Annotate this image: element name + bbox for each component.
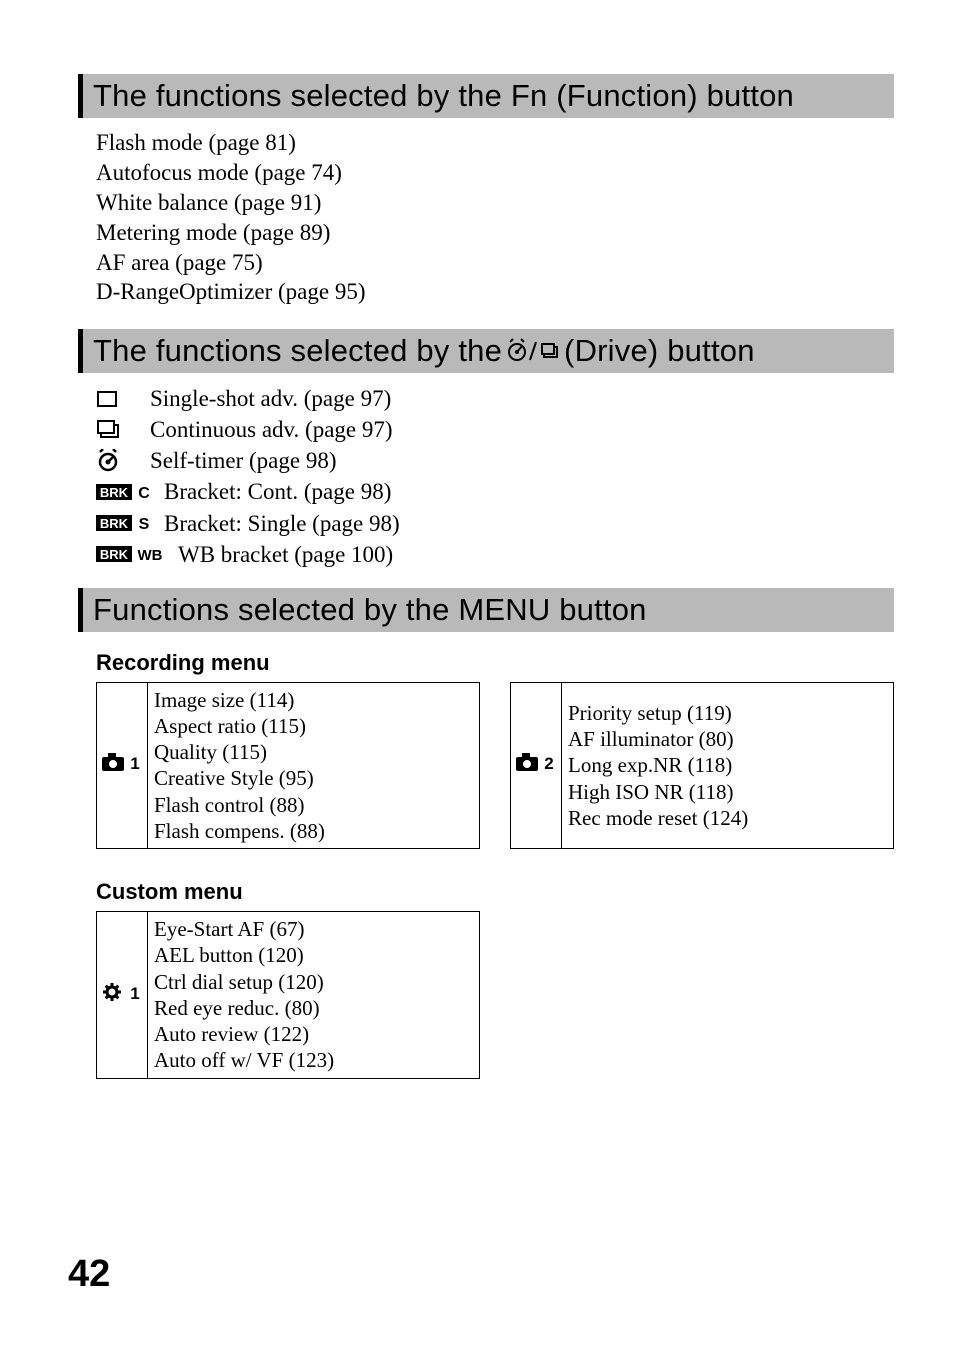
svg-text:1: 1 [130, 754, 139, 772]
svg-text:1: 1 [130, 984, 139, 1003]
menu-line: Red eye reduc. (80) [154, 995, 473, 1021]
recording-2-cell: Priority setup (119) AF illuminator (80)… [562, 682, 894, 849]
svg-text:WB: WB [138, 547, 163, 563]
drive-item-brk-cont: BRK C Bracket: Cont. (page 98) [96, 476, 894, 507]
brk-s-icon: BRK S [96, 514, 156, 532]
brk-c-icon: BRK C [96, 483, 156, 501]
menu-line: Ctrl dial setup (120) [154, 969, 473, 995]
menu-line: Flash control (88) [154, 792, 473, 818]
self-timer-icon [96, 449, 142, 473]
custom-1-cell: Eye-Start AF (67) AEL button (120) Ctrl … [148, 912, 480, 1079]
fn-list-item: Flash mode (page 81) [96, 128, 894, 158]
custom-tables: 1 Eye-Start AF (67) AEL button (120) Ctr… [96, 911, 894, 1079]
drive-list: Single-shot adv. (page 97) Continuous ad… [96, 383, 894, 569]
drive-title-pre: The functions selected by the [93, 333, 502, 369]
section-bar-menu: Functions selected by the MENU button [78, 588, 894, 632]
camera-2-icon: 2 [511, 682, 562, 849]
menu-line: Rec mode reset (124) [568, 805, 887, 831]
recording-menu-heading: Recording menu [96, 650, 894, 676]
menu-line: Auto off w/ VF (123) [154, 1047, 473, 1073]
recording-table-2: 2 Priority setup (119) AF illuminator (8… [510, 682, 894, 850]
svg-text:C: C [138, 485, 150, 501]
menu-line: High ISO NR (118) [568, 779, 887, 805]
gear-1-icon: 1 [97, 912, 148, 1079]
drive-item-selftimer: Self-timer (page 98) [96, 445, 894, 476]
svg-text:BRK: BRK [100, 547, 129, 562]
fn-list-item: Metering mode (page 89) [96, 218, 894, 248]
fn-list-item: Autofocus mode (page 74) [96, 158, 894, 188]
svg-text:2: 2 [544, 754, 553, 772]
section-bar-fn-title: The functions selected by the Fn (Functi… [93, 78, 794, 114]
menu-line: Priority setup (119) [568, 700, 887, 726]
page: The functions selected by the Fn (Functi… [0, 0, 954, 1350]
recording-table-1: 1 Image size (114) Aspect ratio (115) Qu… [96, 682, 480, 850]
section-bar-drive: The functions selected by the (Drive) bu… [78, 329, 894, 373]
drive-item-label: Continuous adv. (page 97) [150, 414, 393, 445]
drive-item-brk-single: BRK S Bracket: Single (page 98) [96, 508, 894, 539]
timer-continuous-icon [506, 338, 560, 364]
section-bar-drive-title: The functions selected by the (Drive) bu… [93, 333, 755, 369]
drive-item-single: Single-shot adv. (page 97) [96, 383, 894, 414]
menu-line: Image size (114) [154, 687, 473, 713]
menu-line: AF illuminator (80) [568, 726, 887, 752]
svg-text:S: S [139, 516, 150, 532]
fn-list-item: White balance (page 91) [96, 188, 894, 218]
page-number: 42 [68, 1253, 110, 1296]
drive-item-label: Single-shot adv. (page 97) [150, 383, 391, 414]
menu-line: Auto review (122) [154, 1021, 473, 1047]
menu-line: Eye-Start AF (67) [154, 916, 473, 942]
menu-line: AEL button (120) [154, 942, 473, 968]
drive-item-continuous: Continuous adv. (page 97) [96, 414, 894, 445]
drive-item-label: WB bracket (page 100) [178, 539, 393, 570]
custom-table-1: 1 Eye-Start AF (67) AEL button (120) Ctr… [96, 911, 480, 1079]
drive-title-post: (Drive) button [564, 333, 755, 369]
drive-item-label: Bracket: Single (page 98) [164, 508, 400, 539]
menu-line: Aspect ratio (115) [154, 713, 473, 739]
custom-menu-heading: Custom menu [96, 879, 894, 905]
camera-1-icon: 1 [97, 682, 148, 849]
fn-list-item: AF area (page 75) [96, 248, 894, 278]
single-frame-icon [96, 389, 142, 409]
svg-text:BRK: BRK [100, 485, 129, 500]
menu-line: Creative Style (95) [154, 765, 473, 791]
menu-line: Quality (115) [154, 739, 473, 765]
section-bar-fn: The functions selected by the Fn (Functi… [78, 74, 894, 118]
menu-line: Long exp.NR (118) [568, 752, 887, 778]
drive-item-brk-wb: BRK WB WB bracket (page 100) [96, 539, 894, 570]
menu-line: Flash compens. (88) [154, 818, 473, 844]
section-bar-menu-title: Functions selected by the MENU button [93, 592, 647, 628]
drive-item-label: Self-timer (page 98) [150, 445, 336, 476]
recording-1-cell: Image size (114) Aspect ratio (115) Qual… [148, 682, 480, 849]
drive-item-label: Bracket: Cont. (page 98) [164, 476, 391, 507]
fn-list-item: D-RangeOptimizer (page 95) [96, 277, 894, 307]
svg-text:BRK: BRK [100, 516, 129, 531]
fn-list: Flash mode (page 81) Autofocus mode (pag… [96, 128, 894, 307]
continuous-frame-icon [96, 419, 142, 441]
brk-wb-icon: BRK WB [96, 545, 170, 563]
recording-tables: 1 Image size (114) Aspect ratio (115) Qu… [96, 682, 894, 850]
